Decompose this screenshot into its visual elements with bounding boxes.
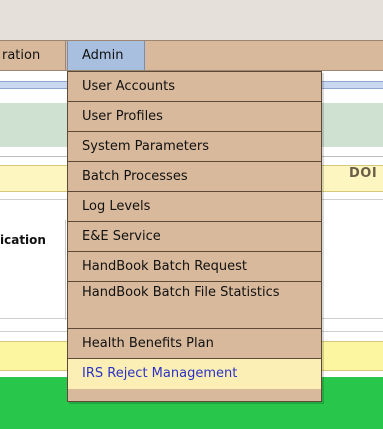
menu-item-user-accounts[interactable]: User Accounts [68, 72, 321, 102]
menu-item-irs-reject-management[interactable]: IRS Reject Management [68, 359, 321, 389]
menu-item-log-levels[interactable]: Log Levels [68, 192, 321, 222]
top-header-bar [0, 0, 383, 40]
menu-item-system-parameters[interactable]: System Parameters [68, 132, 321, 162]
main-navigation-bar: ration Admin [0, 40, 383, 71]
menu-item-handbook-batch-request[interactable]: HandBook Batch Request [68, 252, 321, 282]
admin-dropdown-menu: User Accounts User Profiles System Param… [67, 71, 322, 402]
menu-item-handbook-batch-file-statistics[interactable]: HandBook Batch File Statistics [68, 282, 321, 329]
menu-item-batch-processes[interactable]: Batch Processes [68, 162, 321, 192]
background-dol-text: DOI [349, 166, 378, 181]
menu-item-health-benefits-plan[interactable]: Health Benefits Plan [68, 329, 321, 359]
page: ration Admin DOI ication User Accounts U… [0, 0, 383, 429]
menu-item-ee-service[interactable]: E&E Service [68, 222, 321, 252]
nav-item-administration-partial[interactable]: ration [0, 41, 66, 70]
nav-item-admin[interactable]: Admin [67, 41, 145, 70]
background-application-label: ication [0, 233, 46, 247]
menu-item-user-profiles[interactable]: User Profiles [68, 102, 321, 132]
